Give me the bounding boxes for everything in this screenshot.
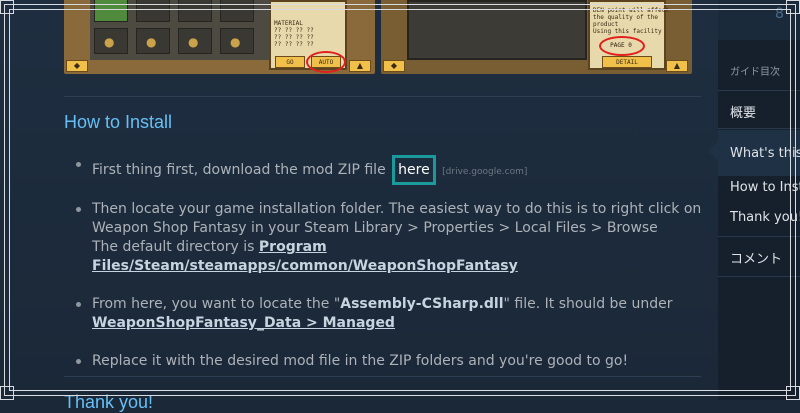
download-link-here[interactable]: here (392, 155, 436, 185)
frame-corner (0, 386, 14, 400)
sidebar-divider (718, 236, 800, 237)
guide-sidebar: 8 ガイド目次 概要 What's this How to Inst Thank… (708, 0, 800, 400)
highlight-circle (599, 36, 645, 56)
coin-icon: ● (104, 35, 115, 49)
install-step-2: Then locate your game installation folde… (64, 200, 704, 276)
frame-corner (786, 0, 800, 14)
link-domain-label: [drive.google.com] (442, 167, 528, 177)
material-panel: MATERIAL ?? ?? ?? ?? ?? ?? ?? ?? ?? ?? ?… (269, 0, 347, 73)
dll-filename: Assembly-CSharp.dll (340, 296, 504, 312)
material-panel-text: MATERIAL ?? ?? ?? ?? ?? ?? ?? ?? ?? ?? ?… (274, 20, 314, 48)
step-2-line-1: Then locate your game installation folde… (92, 201, 702, 217)
section-heading-thanks: Thank you! (64, 392, 154, 412)
screenshot-facility[interactable]: DEN point will affect the quality of the… (381, 0, 692, 74)
install-step-1: First thing first, download the mod ZIP … (64, 155, 704, 185)
install-step-3: From here, you want to locate the "Assem… (64, 295, 704, 333)
step-2-line-2: Weapon Shop Fantasy in your Steam Librar… (92, 220, 658, 236)
managed-folder-path: WeaponShopFantasy_Data > Managed (92, 315, 395, 331)
sidebar-divider (718, 276, 800, 277)
coin-icon: ● (188, 35, 199, 49)
detail-button: DETAIL (602, 56, 652, 68)
section-heading-install: How to Install (64, 112, 173, 132)
coin-icon: ● (146, 35, 157, 49)
screenshot-inventory[interactable]: ● ● ● ● MATERIAL ?? ?? ?? ?? ?? ?? ?? ??… (64, 0, 375, 74)
arrow-left-icon: ◆ (383, 60, 405, 72)
highlight-circle (306, 51, 346, 73)
sidebar-top-number: 8 (775, 6, 784, 22)
step-1-text: First thing first, download the mod ZIP … (92, 162, 386, 178)
sidebar-divider (718, 90, 800, 91)
install-steps-list: First thing first, download the mod ZIP … (64, 155, 704, 371)
sidebar-active-pointer (708, 141, 718, 161)
coin-icon: ● (230, 35, 241, 49)
arrow-left-icon: ◆ (66, 60, 88, 72)
install-step-4: Replace it with the desired mod file in … (64, 352, 704, 371)
arrow-up-icon: ▲ (349, 60, 371, 72)
facility-info-panel: DEN point will affect the quality of the… (588, 0, 669, 70)
step-2-line-3-prefix: The default directory is (92, 239, 255, 255)
sidebar-item-thank-you[interactable]: Thank you! (730, 210, 800, 225)
sidebar-item-comments[interactable]: コメント (730, 248, 782, 267)
sidebar-title: ガイド目次 (730, 67, 780, 78)
sidebar-item-overview[interactable]: 概要 (730, 102, 756, 121)
facility-view (407, 0, 587, 60)
sidebar-item-how-to-install[interactable]: How to Inst (730, 180, 800, 195)
arrow-up-icon: ▲ (666, 60, 688, 72)
sidebar-item-whats-this[interactable]: What's this (730, 146, 800, 161)
step-4-text: Replace it with the desired mod file in … (92, 353, 629, 369)
go-button: GO (275, 56, 305, 68)
frame-corner (0, 0, 14, 14)
frame-corner (786, 386, 800, 400)
step-3-suffix: " file. It should be under (503, 296, 673, 312)
facility-info-text: DEN point will affect the quality of the… (593, 7, 669, 35)
section-divider (64, 376, 701, 377)
section-divider (64, 96, 701, 97)
step-3-prefix: From here, you want to locate the " (92, 296, 341, 312)
sidebar-divider (718, 128, 800, 129)
